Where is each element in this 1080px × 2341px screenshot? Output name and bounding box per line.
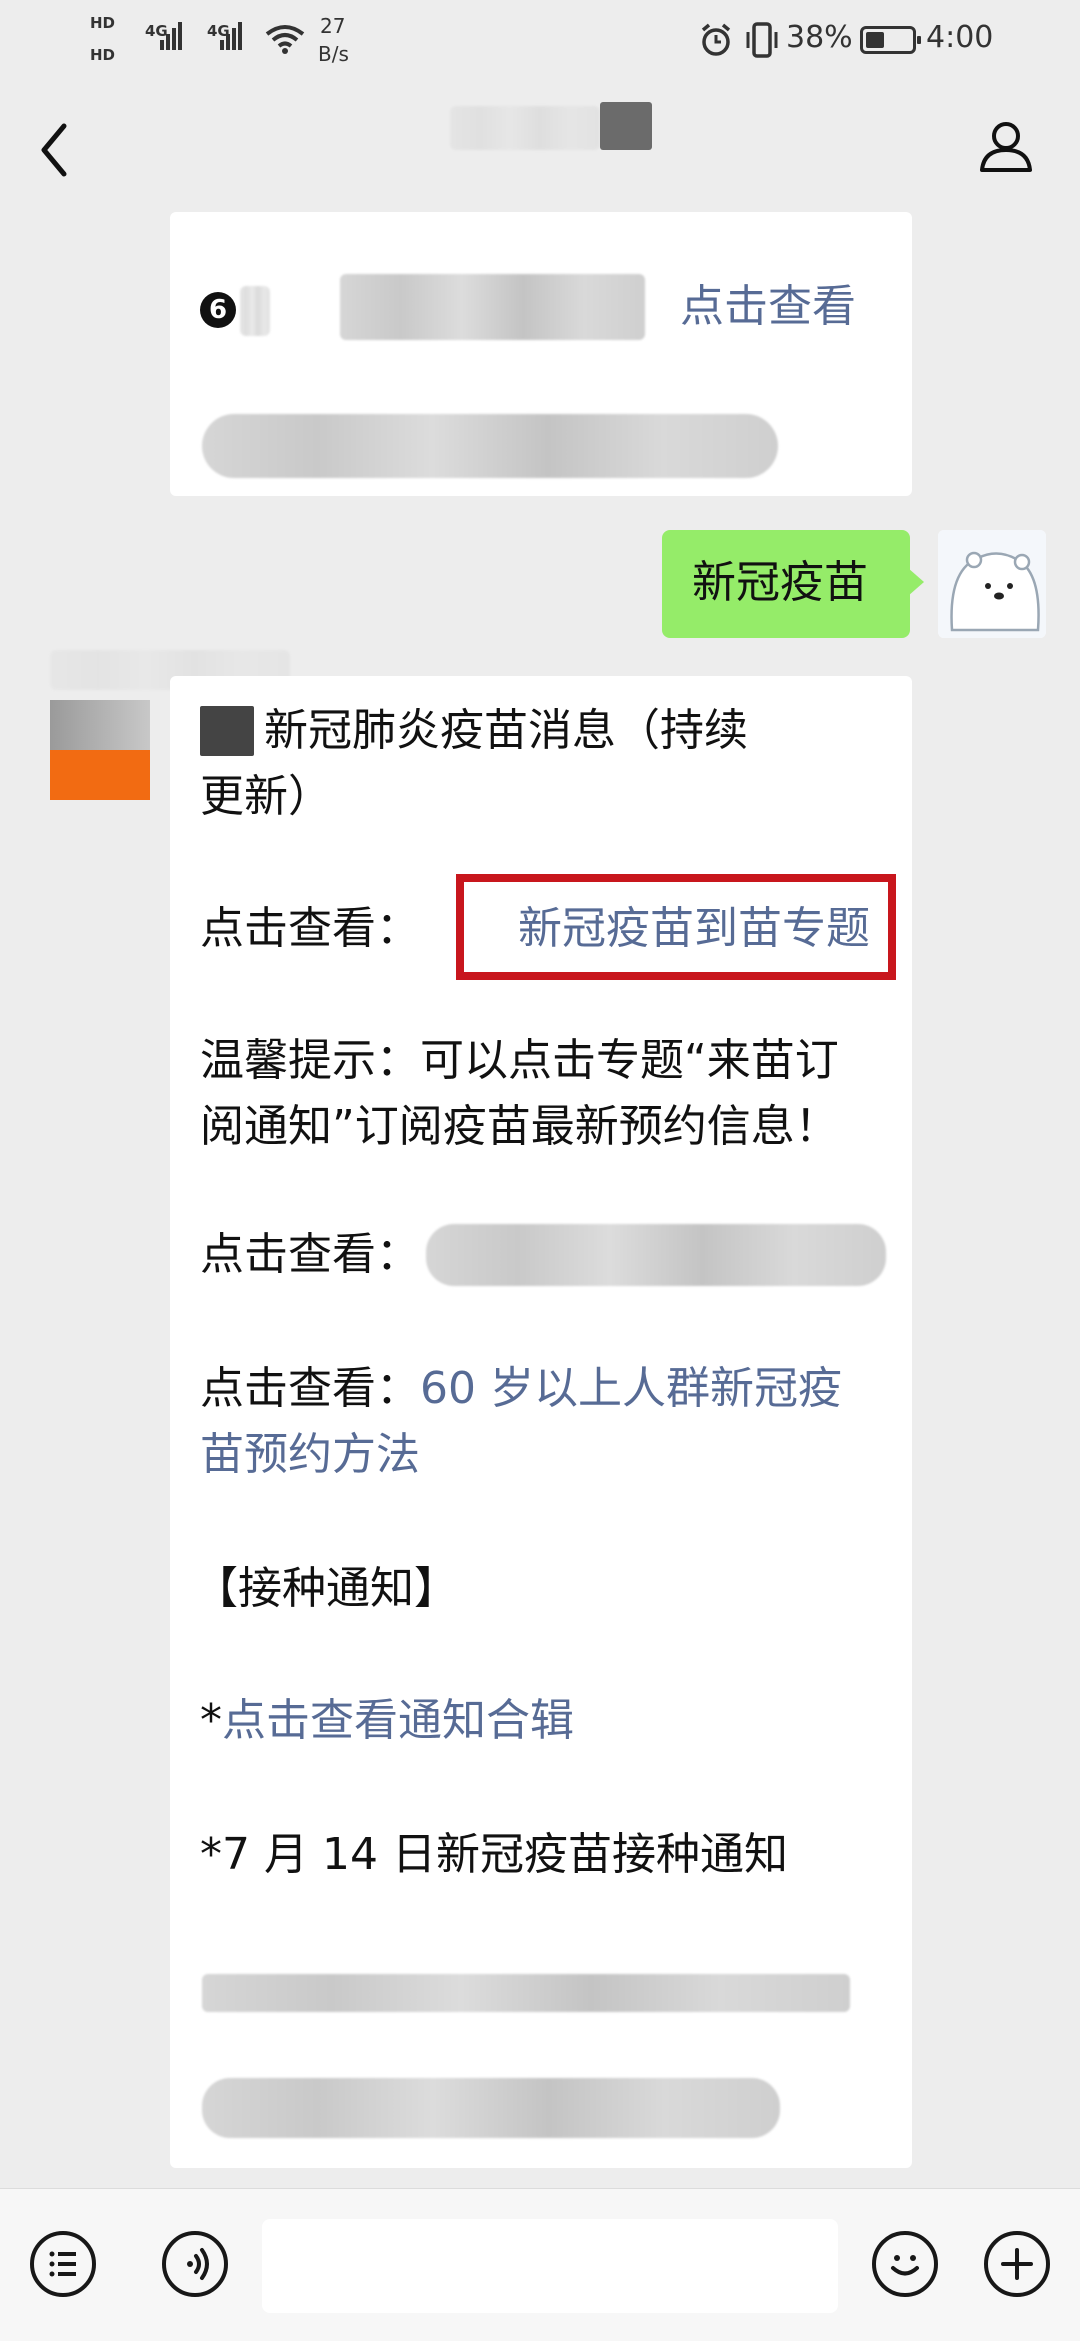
input-bar: [0, 2188, 1080, 2341]
view-label-3: 点击查看：: [200, 1363, 420, 1414]
voice-icon: [187, 2248, 209, 2280]
reply-message-card: 新冠肺炎疫苗消息（持续更新） 点击查看： 新冠疫苗到苗专题 温馨提示：可以点击专…: [170, 676, 912, 2168]
section-title: 【接种通知】: [194, 1563, 458, 1614]
view-label-2: 点击查看：: [200, 1229, 420, 1280]
sent-message-text: 新冠疫苗: [692, 557, 868, 608]
status-bar: HD HD 4G 4G 27 B/s 38% 4:00: [0, 0, 1080, 80]
tip-text: 温馨提示：可以点击专题“来苗订阅通知”订阅疫苗最新预约信息！: [200, 1035, 839, 1152]
more-button[interactable]: [984, 2231, 1050, 2297]
redacted-text: [202, 414, 778, 478]
clock: 4:00: [926, 20, 994, 55]
chat-title-redacted: [450, 106, 600, 150]
sender-avatar[interactable]: [50, 700, 150, 800]
list-icon: [49, 2251, 76, 2277]
signal-icon-2: [220, 22, 244, 56]
message-input[interactable]: [262, 2219, 838, 2313]
voice-button[interactable]: [162, 2231, 228, 2297]
battery-icon: [860, 26, 921, 54]
hd-indicator-2: HD: [90, 46, 116, 64]
menu-button[interactable]: [30, 2231, 96, 2297]
emoji-button[interactable]: [872, 2231, 938, 2297]
message-card-previous[interactable]: 6 点击查看: [170, 212, 912, 496]
alarm-icon: [701, 23, 731, 56]
redacted-text: [202, 2078, 780, 2138]
chat-header: [0, 80, 1080, 210]
network-speed-value: 27: [320, 14, 346, 38]
my-avatar[interactable]: [938, 530, 1046, 638]
chat-title-redacted-block: [600, 102, 652, 150]
vaccine-topic-link[interactable]: 新冠疫苗到苗专题: [518, 896, 870, 962]
redacted-link: [426, 1224, 886, 1286]
back-button[interactable]: [36, 122, 72, 178]
number-badge: 6: [200, 292, 236, 328]
reply-title: 新冠肺炎疫苗消息（持续更新）: [200, 705, 748, 822]
sent-message-bubble[interactable]: 新冠疫苗: [662, 530, 924, 638]
hd-indicator-1: HD: [90, 14, 116, 32]
profile-button[interactable]: [976, 116, 1036, 176]
notice-collection-link[interactable]: 点击查看通知合辑: [222, 1695, 574, 1746]
bear-avatar-icon: [938, 530, 1046, 638]
emoji-icon: [891, 2255, 919, 2276]
redacted-text: [340, 274, 645, 340]
notice-line-2[interactable]: *7 月 14 日新冠疫苗接种通知: [200, 1822, 788, 1888]
wifi-icon: [265, 25, 305, 54]
battery-percent: 38%: [786, 20, 853, 55]
vibrate-icon: [746, 22, 778, 58]
signal-icon-1: [160, 22, 184, 56]
plus-icon: [1001, 2248, 1033, 2280]
network-speed-unit: B/s: [318, 42, 349, 66]
view-label-1: 点击查看：: [200, 903, 420, 954]
redacted-text: [202, 1974, 850, 2012]
notice-line-1: *点击查看通知合辑: [200, 1695, 574, 1746]
view-link[interactable]: 点击查看: [680, 274, 856, 340]
redacted-text: [240, 286, 270, 336]
view-line-3: 点击查看：60 岁以上人群新冠疫苗预约方法: [200, 1356, 860, 1488]
